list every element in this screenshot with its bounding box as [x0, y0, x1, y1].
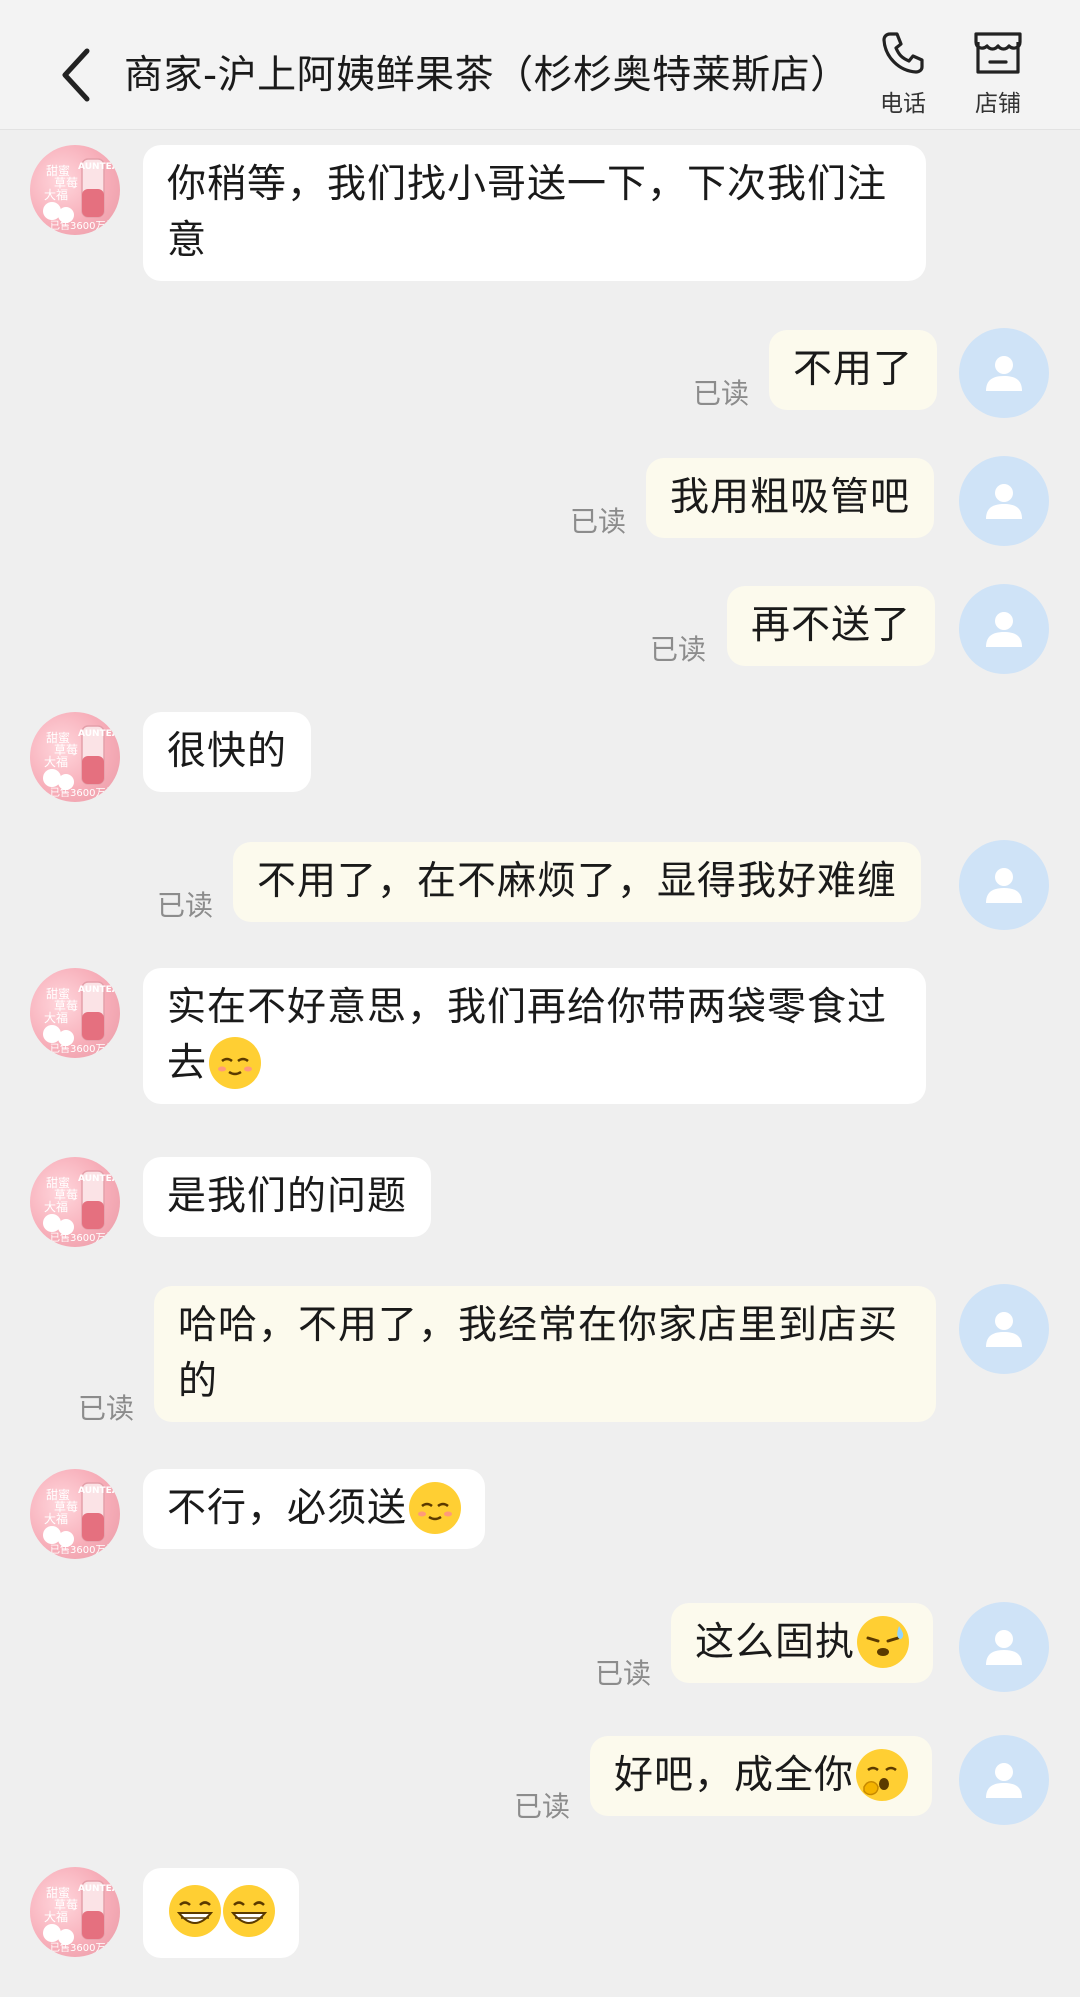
svg-text:已售3600万杯: 已售3600万杯 [50, 786, 115, 799]
user-avatar[interactable] [959, 1602, 1049, 1692]
message-bubble-incoming[interactable]: 是我们的问题 [143, 1157, 432, 1237]
chevron-left-icon [62, 48, 90, 102]
read-status: 已读 [693, 377, 750, 410]
grin-emoji-icon [223, 1884, 275, 1937]
svg-text:AUNTEA: AUNTEA [78, 985, 119, 995]
svg-text:大福: 大福 [44, 1199, 68, 1214]
sweat-emoji-icon [857, 1615, 910, 1668]
store-button[interactable]: 店铺 [960, 30, 1036, 122]
user-avatar[interactable] [959, 1735, 1049, 1825]
shop-avatar[interactable]: 甜蜜 草莓 大福 AUNTEA 已售3600万杯 [30, 968, 120, 1058]
message-text: 不用了，在不麻烦了，显得我好难缠 [257, 859, 898, 904]
message-bubble-incoming[interactable]: 不行，必须送 [143, 1469, 486, 1549]
svg-text:AUNTEA: AUNTEA [78, 729, 119, 739]
grin-emoji-icon [169, 1884, 221, 1937]
shy-smile-emoji-icon [209, 1036, 262, 1089]
svg-text:大福: 大福 [44, 754, 68, 769]
svg-text:大福: 大福 [44, 1909, 68, 1924]
read-status: 已读 [78, 1392, 135, 1425]
shop-avatar-image: 甜蜜 草莓 大福 AUNTEA 已售3600万杯 [43, 158, 119, 232]
yawn-emoji-icon [856, 1748, 909, 1801]
message-bubble-outgoing[interactable]: 哈哈，不用了，我经常在你家店里到店买的 [154, 1286, 936, 1422]
user-icon [986, 1630, 1022, 1665]
message-text: 不用了 [793, 347, 914, 392]
svg-text:大福: 大福 [44, 1010, 68, 1025]
message-text: 是我们的问题 [167, 1174, 408, 1219]
user-avatar[interactable] [959, 456, 1049, 546]
shop-avatar-image: 甜蜜 草莓 大福 AUNTEA 已售3600万杯 [43, 981, 119, 1055]
user-icon [986, 612, 1022, 647]
user-avatar[interactable] [959, 1284, 1049, 1374]
user-icon [986, 868, 1022, 903]
message-bubble-incoming[interactable]: 你稍等，我们找小哥送一下，下次我们注意 [143, 145, 926, 281]
svg-text:已售3600万杯: 已售3600万杯 [50, 1941, 115, 1954]
message-bubble-outgoing[interactable]: 再不送了 [727, 586, 936, 666]
shop-avatar[interactable]: 甜蜜 草莓 大福 AUNTEA 已售3600万杯 [30, 1867, 120, 1957]
shop-avatar-image: 甜蜜 草莓 大福 AUNTEA 已售3600万杯 [43, 1880, 119, 1954]
phone-label: 电话 [880, 91, 926, 117]
chat-header: 商家-沪上阿姨鲜果茶（杉杉奥特莱斯店） 电话 店铺 [0, 0, 1080, 130]
user-icon [986, 356, 1022, 391]
read-status: 已读 [157, 889, 214, 922]
user-icon [986, 1312, 1022, 1347]
svg-text:已售3600万杯: 已售3600万杯 [50, 1231, 115, 1244]
message-text: 你稍等，我们找小哥送一下，下次我们注意 [167, 162, 888, 263]
shop-avatar[interactable]: 甜蜜 草莓 大福 AUNTEA 已售3600万杯 [30, 712, 120, 802]
message-text: 不行，必须送 [167, 1486, 408, 1531]
svg-text:AUNTEA: AUNTEA [78, 1884, 119, 1894]
back-button[interactable] [52, 44, 100, 106]
svg-text:AUNTEA: AUNTEA [78, 162, 119, 172]
shop-avatar-image: 甜蜜 草莓 大福 AUNTEA 已售3600万杯 [43, 1482, 119, 1556]
phone-button[interactable]: 电话 [865, 30, 941, 122]
svg-text:已售3600万杯: 已售3600万杯 [50, 1543, 115, 1556]
svg-text:AUNTEA: AUNTEA [78, 1486, 119, 1496]
message-bubble-outgoing[interactable]: 好吧，成全你 [590, 1736, 933, 1816]
shop-avatar[interactable]: 甜蜜 草莓 大福 AUNTEA 已售3600万杯 [30, 1469, 120, 1559]
message-bubble-outgoing[interactable]: 不用了 [769, 330, 938, 410]
shop-avatar[interactable]: 甜蜜 草莓 大福 AUNTEA 已售3600万杯 [30, 1157, 120, 1247]
message-text: 哈哈，不用了，我经常在你家店里到店买的 [178, 1303, 899, 1404]
store-label: 店铺 [975, 91, 1021, 117]
chat-title: 商家-沪上阿姨鲜果茶（杉杉奥特莱斯店） [124, 53, 850, 98]
message-text: 实在不好意思，我们再给你带两袋零食过去 [167, 985, 888, 1086]
user-avatar[interactable] [959, 584, 1049, 674]
read-status: 已读 [570, 505, 627, 538]
message-bubble-incoming[interactable]: 很快的 [143, 712, 312, 792]
shop-avatar-image: 甜蜜 草莓 大福 AUNTEA 已售3600万杯 [43, 1170, 119, 1244]
shop-avatar-image: 甜蜜 草莓 大福 AUNTEA 已售3600万杯 [43, 725, 119, 799]
read-status: 已读 [595, 1657, 652, 1690]
message-text: 我用粗吸管吧 [670, 475, 911, 520]
read-status: 已读 [650, 633, 707, 666]
svg-text:已售3600万杯: 已售3600万杯 [50, 219, 115, 232]
svg-text:大福: 大福 [44, 187, 68, 202]
message-bubble-outgoing[interactable]: 我用粗吸管吧 [646, 458, 935, 538]
svg-text:AUNTEA: AUNTEA [78, 1174, 119, 1184]
svg-text:已售3600万杯: 已售3600万杯 [50, 1042, 115, 1055]
message-bubble-incoming[interactable]: 实在不好意思，我们再给你带两袋零食过去 [143, 968, 926, 1104]
message-text: 再不送了 [751, 603, 912, 648]
shop-avatar[interactable]: 甜蜜 草莓 大福 AUNTEA 已售3600万杯 [30, 145, 120, 235]
message-bubble-incoming[interactable] [143, 1868, 299, 1958]
user-avatar[interactable] [959, 328, 1049, 418]
message-text: 很快的 [167, 729, 288, 774]
user-avatar[interactable] [959, 840, 1049, 930]
message-bubble-outgoing[interactable]: 这么固执 [671, 1603, 934, 1683]
user-icon [986, 1763, 1022, 1798]
message-text: 好吧，成全你 [614, 1753, 855, 1798]
svg-text:大福: 大福 [44, 1511, 68, 1526]
message-text: 这么固执 [695, 1620, 856, 1665]
store-icon [974, 32, 1022, 74]
phone-icon [882, 32, 924, 74]
shy-smile-emoji-icon [409, 1481, 462, 1534]
read-status: 已读 [514, 1790, 571, 1823]
user-icon [986, 484, 1022, 519]
message-bubble-outgoing[interactable]: 不用了，在不麻烦了，显得我好难缠 [233, 842, 922, 922]
